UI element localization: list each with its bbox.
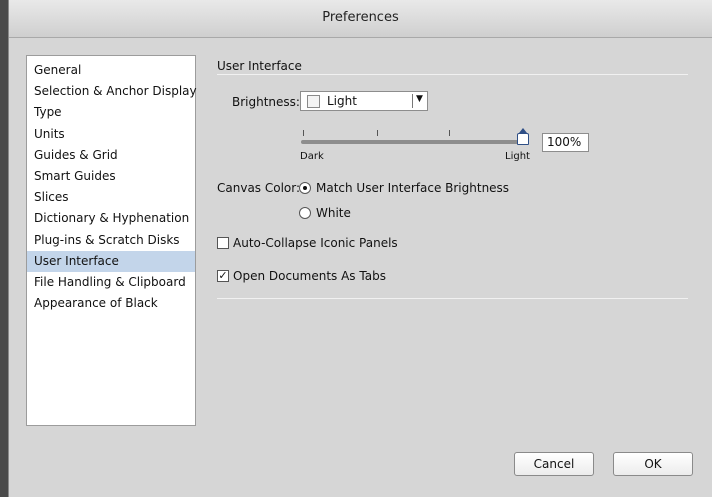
window-title: Preferences <box>322 10 399 25</box>
sidebar-item-dictionary-hyphenation[interactable]: Dictionary & Hyphenation <box>27 208 195 229</box>
canvas-white-label[interactable]: White <box>316 206 351 220</box>
sidebar-item-plugins-scratch-disks[interactable]: Plug-ins & Scratch Disks <box>27 230 195 251</box>
cancel-button[interactable]: Cancel <box>514 452 594 476</box>
canvas-color-label: Canvas Color: <box>217 181 301 195</box>
slider-tick <box>449 130 450 136</box>
slider-tick <box>303 130 304 136</box>
auto-collapse-label[interactable]: Auto-Collapse Iconic Panels <box>233 236 398 250</box>
brightness-swatch <box>307 95 320 108</box>
section-divider-top <box>217 74 688 75</box>
sidebar-item-appearance-of-black[interactable]: Appearance of Black <box>27 293 195 314</box>
open-as-tabs-label[interactable]: Open Documents As Tabs <box>233 269 386 283</box>
canvas-white-radio[interactable] <box>299 207 311 219</box>
sidebar-item-slices[interactable]: Slices <box>27 187 195 208</box>
canvas-match-radio[interactable] <box>299 182 311 194</box>
brightness-slider-track[interactable] <box>301 140 524 144</box>
ok-button[interactable]: OK <box>613 452 693 476</box>
slider-max-label: Light <box>505 151 530 162</box>
auto-collapse-checkbox[interactable] <box>217 237 229 249</box>
category-list: General Selection & Anchor Display Type … <box>26 55 197 426</box>
sidebar-item-smart-guides[interactable]: Smart Guides <box>27 166 195 187</box>
sidebar-item-file-handling-clipboard[interactable]: File Handling & Clipboard <box>27 272 195 293</box>
section-title: User Interface <box>217 59 302 73</box>
open-as-tabs-checkbox[interactable]: ✓ <box>217 270 229 282</box>
brightness-select-value: Light <box>327 94 357 108</box>
brightness-label: Brightness: <box>232 95 300 109</box>
select-divider <box>412 94 413 108</box>
dropdown-arrow-icon: ▼ <box>416 94 423 104</box>
sidebar-item-type[interactable]: Type <box>27 102 195 123</box>
sidebar-item-guides-grid[interactable]: Guides & Grid <box>27 145 195 166</box>
sidebar-item-units[interactable]: Units <box>27 124 195 145</box>
sidebar-item-user-interface[interactable]: User Interface <box>27 250 195 272</box>
brightness-select[interactable]: Light ▼ <box>300 91 428 111</box>
section-divider-bottom <box>217 298 688 299</box>
sidebar-item-general[interactable]: General <box>27 60 195 81</box>
canvas-match-label[interactable]: Match User Interface Brightness <box>316 181 509 195</box>
brightness-slider-thumb[interactable] <box>517 128 529 145</box>
sidebar-item-selection-anchor-display[interactable]: Selection & Anchor Display <box>27 81 197 102</box>
slider-tick <box>377 130 378 136</box>
brightness-value-field[interactable]: 100% <box>542 133 589 152</box>
title-bar[interactable]: Preferences <box>9 0 712 38</box>
slider-min-label: Dark <box>300 151 324 162</box>
preferences-window: Preferences General Selection & Anchor D… <box>8 0 712 497</box>
